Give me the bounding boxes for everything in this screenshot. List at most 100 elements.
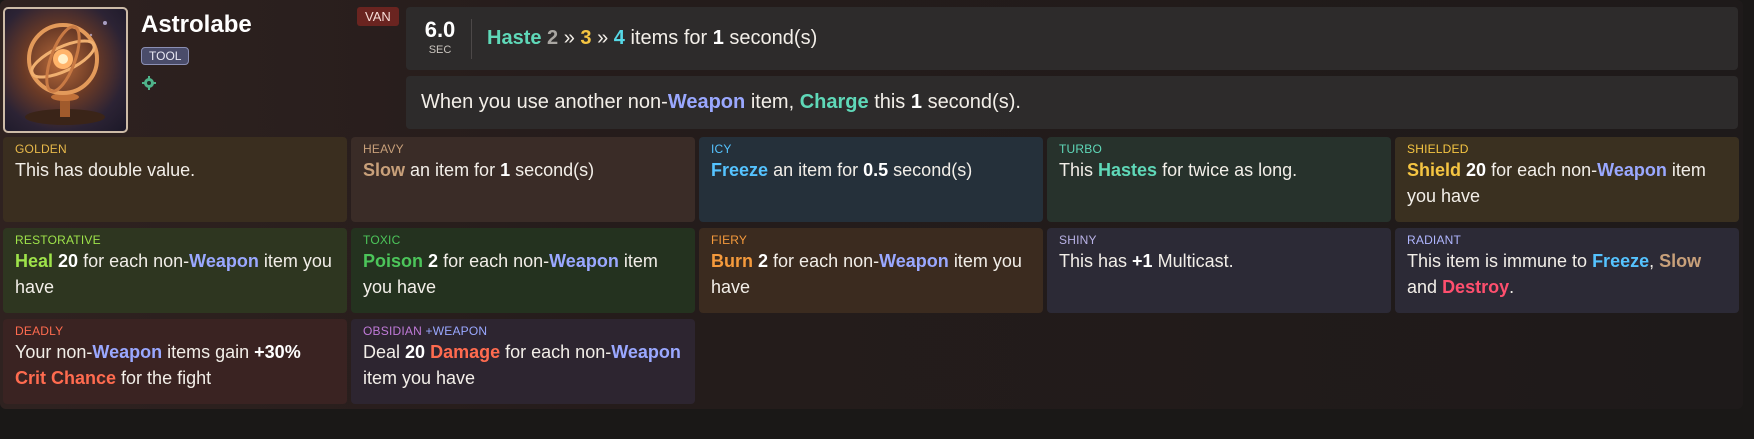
ability-amount: 1 bbox=[712, 27, 724, 49]
desc-text: for each non- bbox=[83, 251, 190, 271]
enchant-desc: Deal 20 Damage for each non-Weapon item … bbox=[363, 339, 683, 391]
desc-text: for each non- bbox=[773, 251, 880, 271]
desc-text: , bbox=[1649, 251, 1655, 271]
enchant-desc: This Hastes for twice as long. bbox=[1059, 157, 1379, 183]
enchant-card-heavy[interactable]: HEAVY Slow an item for 1 second(s) bbox=[351, 137, 695, 222]
enchant-label: TURBO bbox=[1059, 142, 1102, 156]
keyword-weapon: Weapon bbox=[92, 342, 163, 362]
enchant-desc: Shield 20 for each non-Weapon item you h… bbox=[1407, 157, 1727, 209]
desc-text: Your non- bbox=[15, 342, 93, 362]
desc-number: +30% bbox=[254, 342, 301, 362]
desc-number: 2 bbox=[428, 251, 439, 271]
enchant-desc: This has double value. bbox=[15, 160, 196, 180]
desc-text: items gain bbox=[167, 342, 250, 362]
keyword-weapon: Weapon bbox=[879, 251, 949, 271]
enchant-label: HEAVY bbox=[363, 142, 404, 156]
desc-text: This item is immune to bbox=[1407, 251, 1588, 271]
desc-number: +1 bbox=[1132, 251, 1153, 271]
item-type-tag: TOOL bbox=[141, 47, 190, 65]
enchant-desc: Poison 2 for each non-Weapon item you ha… bbox=[363, 248, 683, 300]
ability-suffix: second(s) bbox=[729, 27, 818, 49]
hero-badge: VAN bbox=[357, 7, 399, 26]
desc-text: for the fight bbox=[121, 368, 212, 388]
keyword-heal: Heal bbox=[15, 251, 54, 271]
keyword-weapon: Weapon bbox=[1597, 160, 1667, 180]
astrolabe-icon bbox=[25, 21, 107, 125]
enchant-label: DEADLY bbox=[15, 324, 64, 338]
desc-text: . bbox=[1509, 277, 1515, 297]
desc-number: 20 bbox=[405, 342, 426, 362]
passive-ability-text: When you use another non-Weapon item, Ch… bbox=[421, 91, 1021, 114]
enchant-card-restorative[interactable]: RESTORATIVE Heal 20 for each non-Weapon … bbox=[3, 228, 347, 313]
cooldown-divider bbox=[471, 19, 472, 59]
keyword-poison: Poison bbox=[363, 251, 424, 271]
bronze-gear-icon bbox=[142, 76, 156, 90]
passive-amount: 1 bbox=[910, 91, 922, 113]
enchant-desc: Burn 2 for each non-Weapon item you have bbox=[711, 248, 1031, 300]
enchant-label: FIERY bbox=[711, 233, 748, 247]
enchant-desc: This has +1 Multicast. bbox=[1059, 248, 1379, 274]
enchant-desc: Heal 20 for each non-Weapon item you hav… bbox=[15, 248, 335, 300]
desc-number: 20 bbox=[1466, 160, 1487, 180]
enchant-desc: Slow an item for 1 second(s) bbox=[363, 157, 683, 183]
tier-bronze-value: 2 bbox=[547, 27, 559, 49]
desc-text: for each non- bbox=[505, 342, 612, 362]
enchant-card-golden[interactable]: GOLDEN This has double value. bbox=[3, 137, 347, 222]
desc-text: This bbox=[1059, 160, 1094, 180]
keyword-damage: Damage bbox=[430, 342, 501, 362]
enchant-card-obsidian[interactable]: OBSIDIAN +WEAPON Deal 20 Damage for each… bbox=[351, 319, 695, 404]
keyword-crit-chance: Crit Chance bbox=[15, 368, 117, 388]
enchant-label: SHINY bbox=[1059, 233, 1097, 247]
passive-pre: When you use another non- bbox=[421, 91, 668, 113]
enchant-desc: This item is immune to Freeze, Slow and … bbox=[1407, 248, 1727, 300]
desc-text: item you have bbox=[363, 368, 476, 388]
desc-text: an item for bbox=[773, 160, 859, 180]
keyword-freeze: Freeze bbox=[1592, 251, 1650, 271]
enchant-card-icy[interactable]: ICY Freeze an item for 0.5 second(s) bbox=[699, 137, 1043, 222]
keyword-slow: Slow bbox=[363, 160, 406, 180]
desc-text: Deal bbox=[363, 342, 401, 362]
enchant-label: RADIANT bbox=[1407, 233, 1462, 247]
cooldown-ability-text: Haste 2 » 3 » 4 items for 1 second(s) bbox=[487, 27, 817, 50]
enchant-card-shielded[interactable]: SHIELDED Shield 20 for each non-Weapon i… bbox=[1395, 137, 1739, 222]
cooldown-value: 6.0 bbox=[424, 17, 456, 42]
keyword-shield: Shield bbox=[1407, 160, 1462, 180]
enchant-card-fiery[interactable]: FIERY Burn 2 for each non-Weapon item yo… bbox=[699, 228, 1043, 313]
desc-text: This has bbox=[1059, 251, 1128, 271]
enchant-card-radiant[interactable]: RADIANT This item is immune to Freeze, S… bbox=[1395, 228, 1739, 313]
tier-diamond-value: 4 bbox=[613, 27, 625, 49]
desc-text: second(s) bbox=[515, 160, 595, 180]
desc-text: second(s) bbox=[893, 160, 973, 180]
enchant-card-toxic[interactable]: TOXIC Poison 2 for each non-Weapon item … bbox=[351, 228, 695, 313]
desc-text: for each non- bbox=[1491, 160, 1598, 180]
enchant-label: TOXIC bbox=[363, 233, 401, 247]
keyword-freeze: Freeze bbox=[711, 160, 769, 180]
item-name: Astrolabe bbox=[141, 11, 252, 38]
tier-separator: » bbox=[563, 27, 575, 49]
keyword-hastes: Hastes bbox=[1098, 160, 1158, 180]
passive-this: this bbox=[874, 91, 906, 113]
enchant-card-deadly[interactable]: DEADLY Your non-Weapon items gain +30% C… bbox=[3, 319, 347, 404]
passive-mid: item, bbox=[750, 91, 795, 113]
keyword-weapon: Weapon bbox=[189, 251, 259, 271]
enchant-card-turbo[interactable]: TURBO This Hastes for twice as long. bbox=[1047, 137, 1391, 222]
keyword-charge: Charge bbox=[799, 91, 869, 113]
desc-number: 20 bbox=[58, 251, 79, 271]
tier-gold-value: 3 bbox=[580, 27, 592, 49]
passive-ability-row: When you use another non-Weapon item, Ch… bbox=[406, 76, 1738, 129]
enchant-label-row: OBSIDIAN +WEAPON bbox=[363, 324, 683, 338]
tier-separator: » bbox=[597, 27, 609, 49]
enchant-weapon-tag: +WEAPON bbox=[425, 324, 488, 338]
keyword-haste: Haste bbox=[487, 27, 542, 49]
enchant-card-shiny[interactable]: SHINY This has +1 Multicast. bbox=[1047, 228, 1391, 313]
enchant-desc: Freeze an item for 0.5 second(s) bbox=[711, 157, 1031, 183]
desc-text: Multicast. bbox=[1157, 251, 1234, 271]
desc-text: for twice as long. bbox=[1162, 160, 1298, 180]
keyword-destroy: Destroy bbox=[1442, 277, 1510, 297]
keyword-weapon: Weapon bbox=[667, 91, 746, 113]
cooldown-ability-row: 6.0 SEC Haste 2 » 3 » 4 items for 1 seco… bbox=[406, 7, 1738, 70]
keyword-burn: Burn bbox=[711, 251, 753, 271]
desc-text: for each non- bbox=[443, 251, 550, 271]
enchant-label: SHIELDED bbox=[1407, 142, 1469, 156]
desc-number: 2 bbox=[758, 251, 769, 271]
